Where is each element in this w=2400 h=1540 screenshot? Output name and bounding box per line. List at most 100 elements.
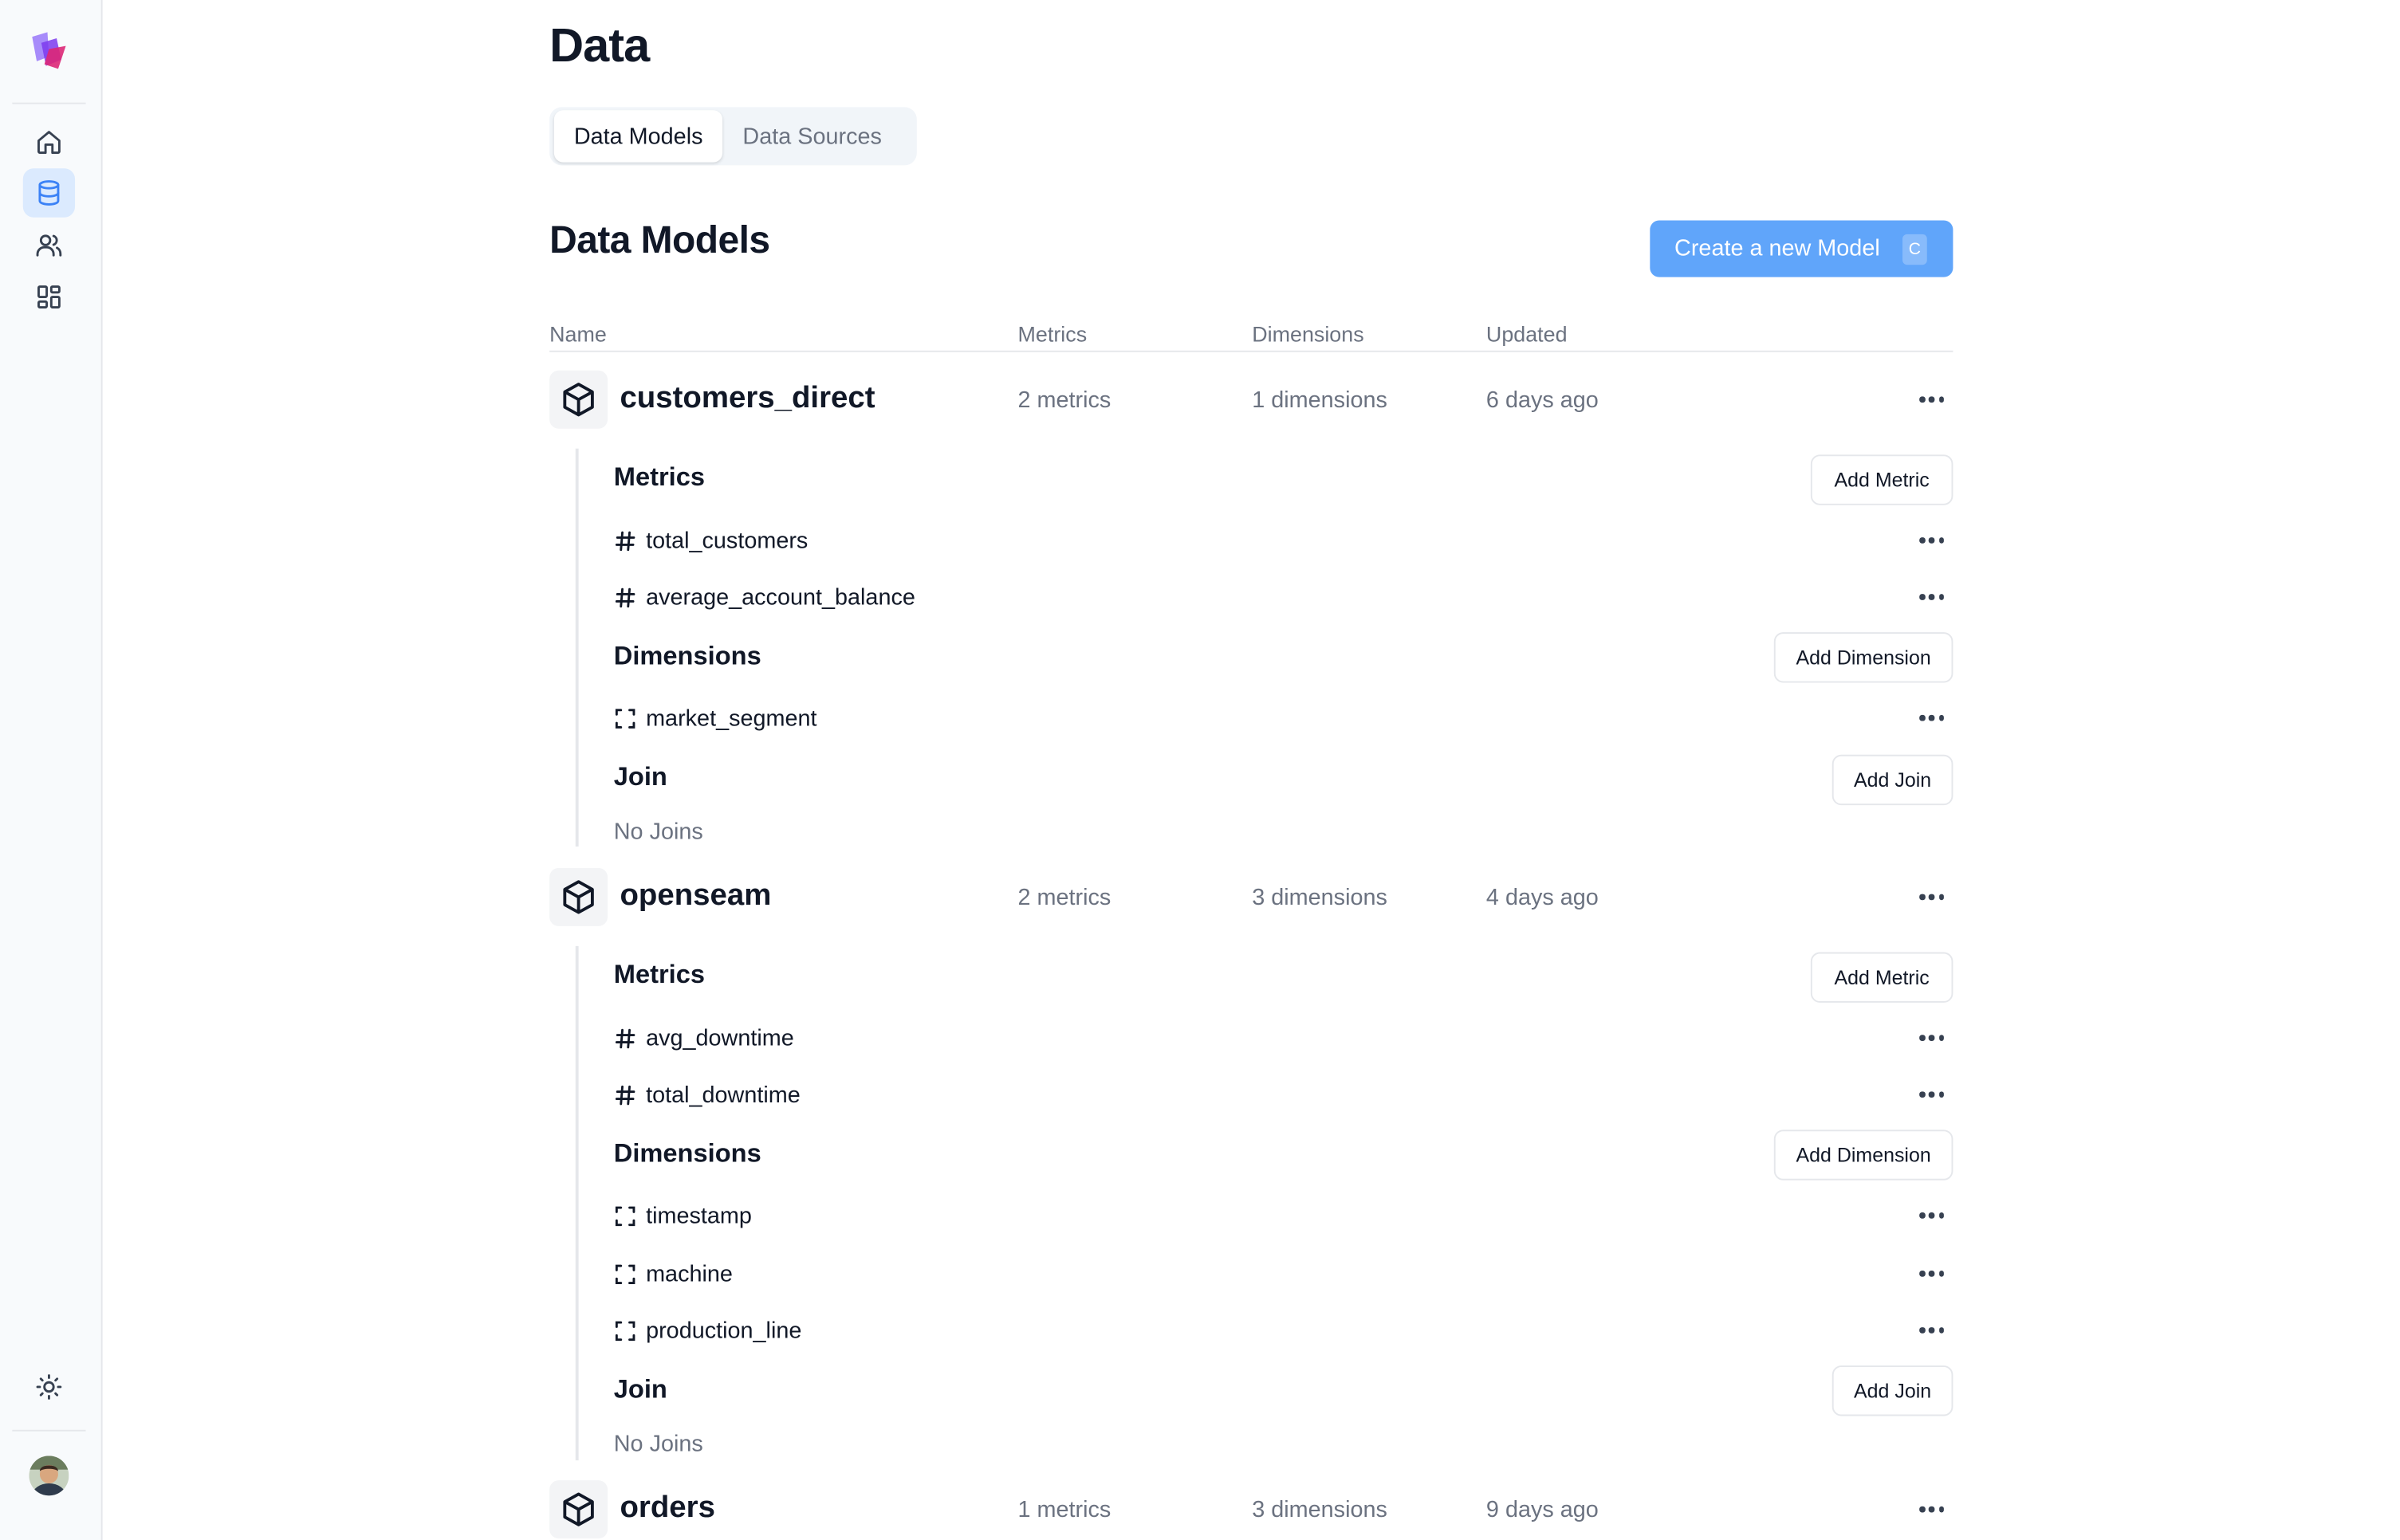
- list-item[interactable]: total_downtime: [614, 1079, 801, 1110]
- add-join-button[interactable]: Add Join: [1831, 1365, 1953, 1416]
- dimensions-count: 3 dimensions: [1252, 885, 1387, 911]
- sidebar-divider: [12, 1429, 86, 1432]
- metric-name: total_customers: [646, 527, 809, 554]
- nav-users[interactable]: [23, 221, 75, 269]
- dimensions-heading: Dimensions: [613, 641, 761, 671]
- more-horizontal-icon[interactable]: [1916, 1026, 1946, 1051]
- table-row[interactable]: customers_direct 2 metrics 1 dimensions …: [549, 370, 1953, 429]
- dimension-bracket-icon: [614, 1204, 637, 1227]
- add-metric-button[interactable]: Add Metric: [1810, 952, 1953, 1003]
- section-title: Data Models: [549, 218, 770, 262]
- column-header-updated: Updated: [1485, 321, 1568, 347]
- model-icon: [549, 1480, 608, 1539]
- avatar[interactable]: [29, 1456, 69, 1496]
- tree-line: [575, 945, 579, 1461]
- updated-time: 9 days ago: [1485, 1497, 1599, 1523]
- list-item[interactable]: total_customers: [614, 525, 809, 556]
- metric-name: average_account_balance: [646, 583, 915, 611]
- database-icon: [38, 180, 60, 206]
- no-joins-text: No Joins: [613, 819, 703, 846]
- more-horizontal-icon[interactable]: [1916, 1261, 1946, 1286]
- dimension-name: market_segment: [646, 705, 817, 732]
- nav-data[interactable]: [22, 168, 76, 218]
- dimension-bracket-icon: [614, 706, 637, 729]
- metrics-count: 2 metrics: [1017, 885, 1111, 911]
- list-item[interactable]: timestamp: [614, 1200, 752, 1231]
- more-horizontal-icon[interactable]: [1916, 1497, 1946, 1522]
- nav-dashboards[interactable]: [23, 273, 75, 321]
- dimension-name: machine: [646, 1260, 733, 1287]
- add-metric-button[interactable]: Add Metric: [1810, 454, 1953, 505]
- hash-icon: [614, 1027, 637, 1050]
- model-icon: [549, 867, 608, 926]
- tree-line: [575, 448, 579, 847]
- column-header-metrics: Metrics: [1017, 321, 1088, 347]
- app-logo[interactable]: [29, 30, 69, 70]
- dimensions-count: 3 dimensions: [1252, 1497, 1387, 1523]
- hash-icon: [614, 529, 637, 552]
- more-horizontal-icon[interactable]: [1916, 1318, 1946, 1343]
- more-horizontal-icon[interactable]: [1916, 528, 1946, 553]
- list-item[interactable]: avg_downtime: [614, 1023, 794, 1053]
- join-heading: Join: [613, 1374, 667, 1404]
- sidebar-divider: [12, 102, 86, 104]
- nav-home[interactable]: [23, 118, 75, 167]
- sidebar: [0, 0, 103, 1540]
- column-header-dimensions: Dimensions: [1252, 321, 1364, 347]
- shortcut-key: C: [1902, 234, 1927, 265]
- table-row[interactable]: openseam 2 metrics 3 dimensions 4 days a…: [549, 867, 1953, 926]
- metrics-count: 2 metrics: [1017, 387, 1111, 414]
- more-horizontal-icon[interactable]: [1916, 1204, 1946, 1228]
- sun-icon: [36, 1374, 62, 1400]
- list-item[interactable]: production_line: [614, 1315, 802, 1346]
- no-joins-text: No Joins: [613, 1431, 703, 1458]
- users-icon: [36, 234, 62, 257]
- dashboard-icon: [37, 285, 61, 308]
- dimension-bracket-icon: [614, 1319, 637, 1342]
- dimension-name: production_line: [646, 1317, 802, 1344]
- tab-data-sources[interactable]: Data Sources: [722, 110, 901, 162]
- more-horizontal-icon[interactable]: [1916, 585, 1946, 610]
- add-join-button[interactable]: Add Join: [1831, 754, 1953, 806]
- list-item[interactable]: market_segment: [614, 703, 817, 733]
- dimensions-heading: Dimensions: [613, 1138, 761, 1169]
- list-item[interactable]: average_account_balance: [614, 582, 915, 612]
- create-model-button[interactable]: Create a new Model C: [1650, 220, 1953, 277]
- model-name[interactable]: customers_direct: [620, 381, 875, 416]
- hash-icon: [614, 586, 637, 609]
- dimensions-count: 1 dimensions: [1252, 387, 1387, 414]
- create-model-label: Create a new Model: [1674, 235, 1880, 262]
- more-horizontal-icon[interactable]: [1916, 1082, 1946, 1107]
- column-header-name: Name: [549, 321, 607, 347]
- add-dimension-button[interactable]: Add Dimension: [1773, 1129, 1953, 1181]
- metrics-heading: Metrics: [613, 462, 706, 492]
- page-title: Data: [549, 18, 650, 73]
- metric-name: total_downtime: [646, 1081, 801, 1108]
- list-item[interactable]: machine: [614, 1259, 733, 1289]
- cube-icon: [563, 383, 594, 417]
- more-horizontal-icon[interactable]: [1916, 885, 1946, 909]
- home-icon: [37, 131, 61, 155]
- metric-name: avg_downtime: [646, 1024, 794, 1051]
- metrics-count: 1 metrics: [1017, 1497, 1111, 1523]
- metrics-heading: Metrics: [613, 960, 706, 989]
- join-heading: Join: [613, 762, 667, 792]
- updated-time: 4 days ago: [1485, 885, 1599, 911]
- dimension-name: timestamp: [646, 1202, 752, 1229]
- table-row[interactable]: orders 1 metrics 3 dimensions 9 days ago: [549, 1480, 1953, 1539]
- tab-bar: Data Models Data Sources: [549, 107, 917, 166]
- more-horizontal-icon[interactable]: [1916, 387, 1946, 412]
- model-name[interactable]: orders: [620, 1491, 714, 1526]
- cube-icon: [563, 1492, 594, 1526]
- add-dimension-button[interactable]: Add Dimension: [1773, 632, 1953, 683]
- model-icon: [549, 370, 608, 429]
- more-horizontal-icon[interactable]: [1916, 705, 1946, 730]
- header-divider: [549, 350, 1953, 352]
- dimension-bracket-icon: [614, 1262, 637, 1285]
- hash-icon: [614, 1083, 637, 1106]
- theme-toggle[interactable]: [23, 1362, 75, 1411]
- cube-icon: [563, 880, 594, 914]
- updated-time: 6 days ago: [1485, 387, 1599, 414]
- model-name[interactable]: openseam: [620, 878, 771, 913]
- tab-data-models[interactable]: Data Models: [553, 110, 723, 163]
